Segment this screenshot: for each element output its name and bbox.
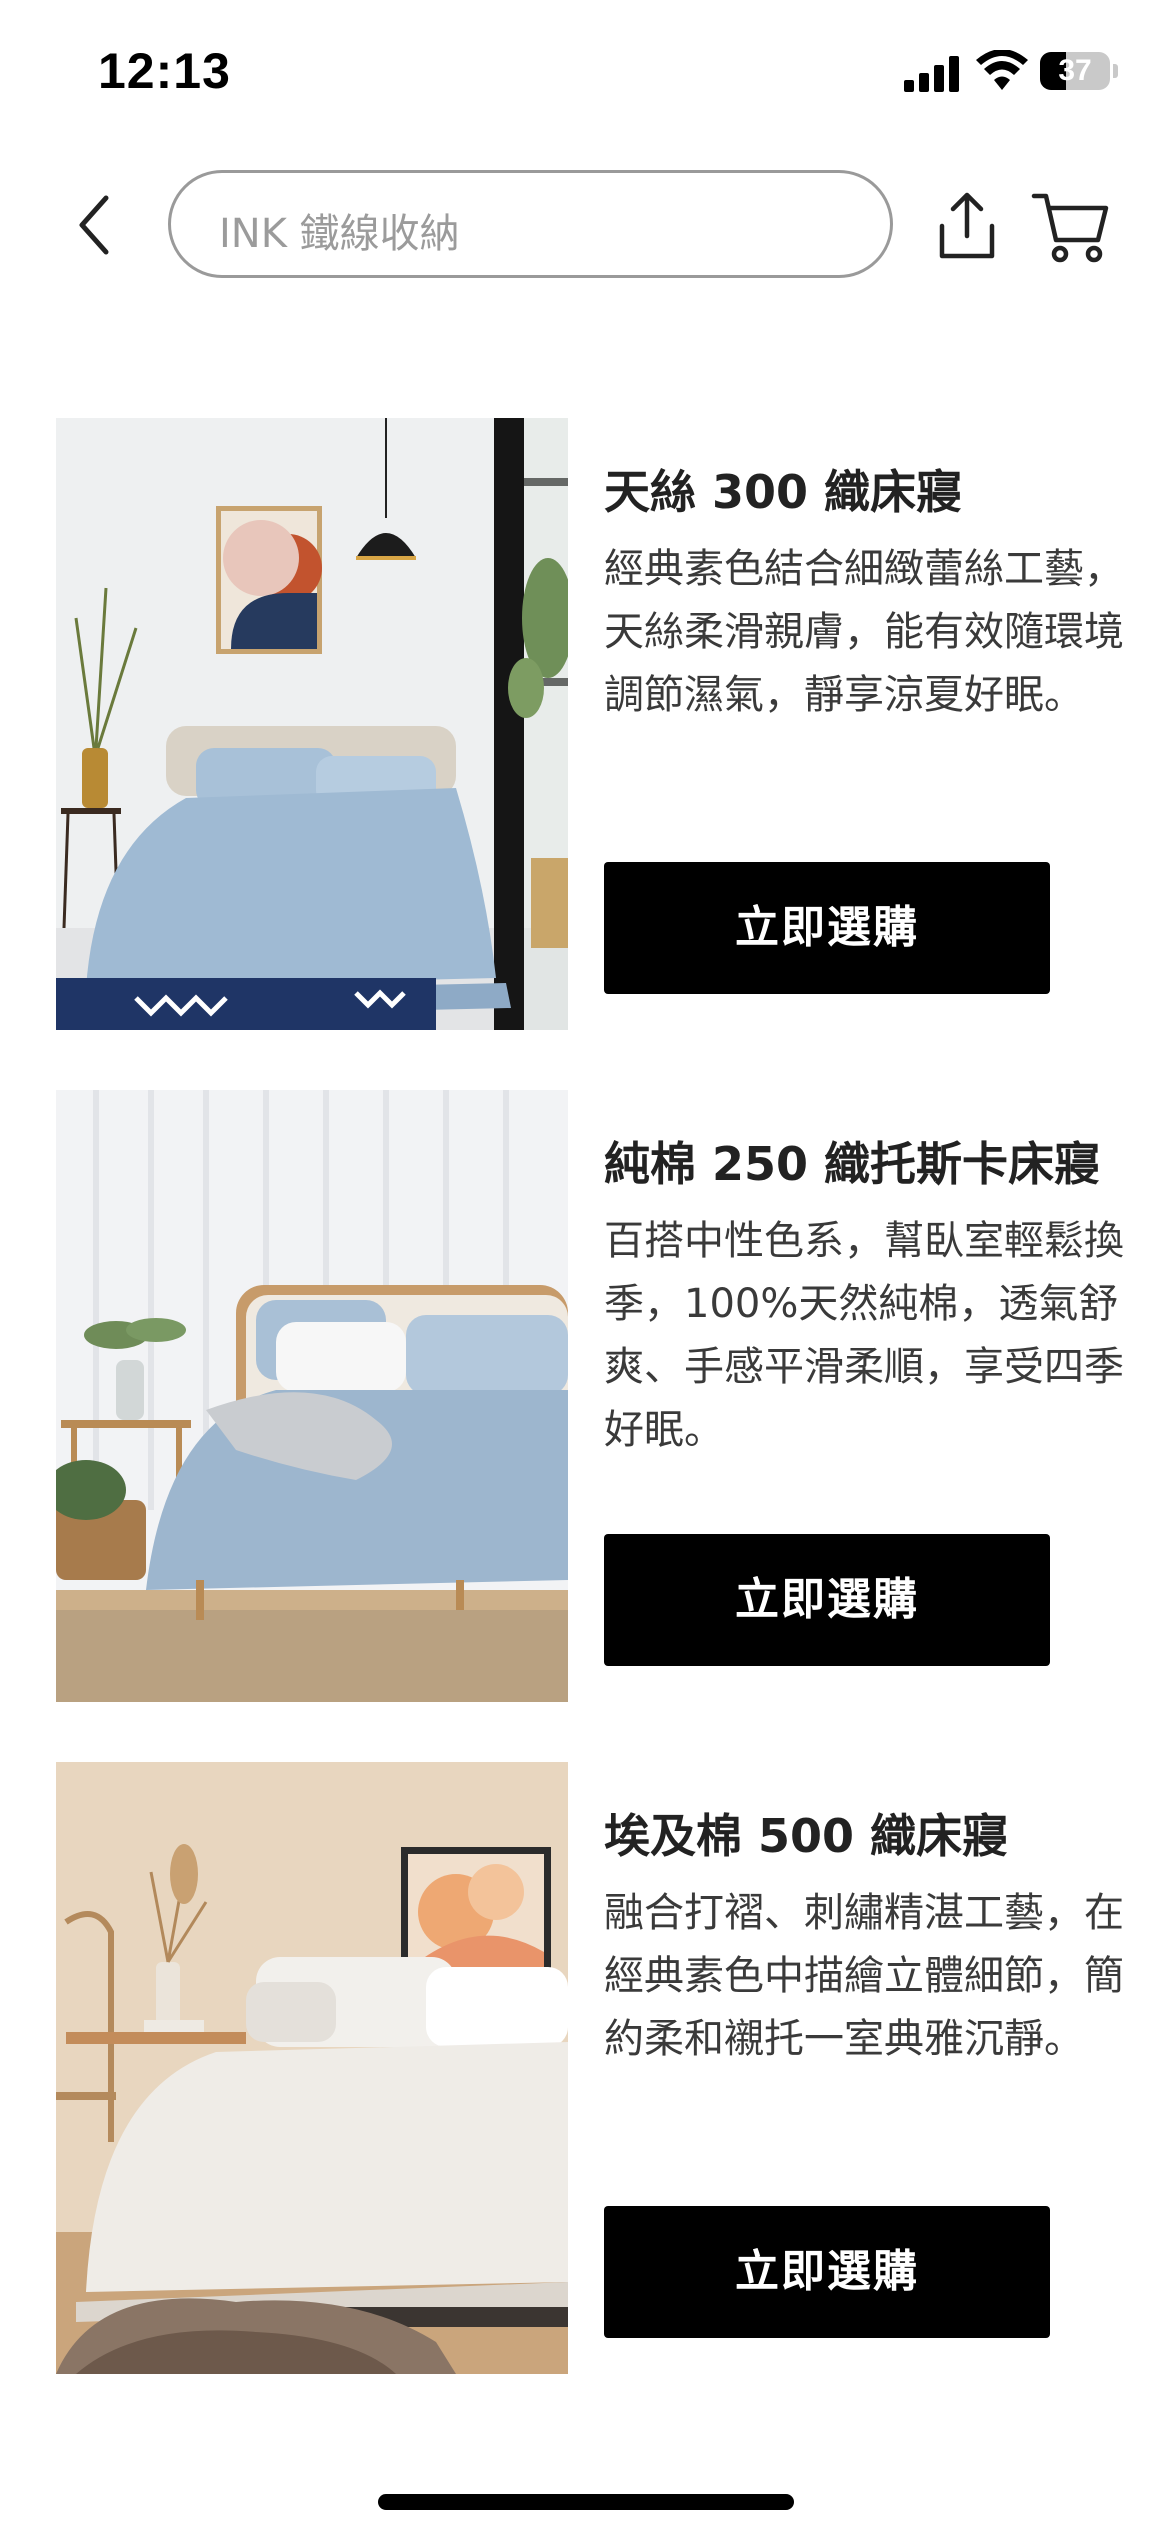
product-title[interactable]: 天絲 300 織床寢 <box>604 456 962 522</box>
product-description: 融合打褶、刺繡精湛工藝，在經典素色中描繪立體細節，簡約柔和襯托一室典雅沉靜。 <box>604 1890 1124 2062</box>
status-bar: 12:13 37 <box>0 0 1170 150</box>
product-title[interactable]: 埃及棉 500 織床寢 <box>604 1800 1008 1866</box>
battery-tip <box>1113 64 1118 78</box>
product-card[interactable]: 純棉 250 織托斯卡床寢 百搭中性色系，幫臥室輕鬆換季，100%天然純棉，透氣… <box>56 1090 1124 1702</box>
product-title[interactable]: 純棉 250 織托斯卡床寢 <box>604 1128 1100 1194</box>
shop-now-button[interactable]: 立即選購 <box>604 1534 1050 1666</box>
product-description: 經典素色結合細緻蕾絲工藝，天絲柔滑親膚，能有效隨環境調節濕氣，靜享涼夏好眠。 <box>604 546 1124 718</box>
search-input[interactable]: INK 鐵線收納 <box>168 170 893 278</box>
page: 12:13 37 INK 鐵線收納 天絲 300 織床寢 經典素色結合細緻蕾絲工… <box>0 0 1170 2532</box>
share-button[interactable] <box>932 190 1002 262</box>
chevron-left-icon <box>79 195 109 255</box>
home-indicator[interactable] <box>378 2494 794 2510</box>
product-image[interactable] <box>56 1090 568 1702</box>
cart-icon <box>1031 193 1109 263</box>
status-time: 12:13 <box>98 43 231 99</box>
share-icon <box>939 192 995 259</box>
battery-icon: 37 <box>1040 52 1110 90</box>
battery-level: 37 <box>1058 54 1092 87</box>
product-card[interactable]: 天絲 300 織床寢 經典素色結合細緻蕾絲工藝，天絲柔滑親膚，能有效隨環境調節濕… <box>56 418 1124 1030</box>
cellular-signal-icon <box>904 56 960 92</box>
search-input-text: INK 鐵線收納 <box>219 211 460 257</box>
shop-now-button[interactable]: 立即選購 <box>604 862 1050 994</box>
product-description: 百搭中性色系，幫臥室輕鬆換季，100%天然純棉，透氣舒爽、手感平滑柔順，享受四季… <box>604 1218 1124 1453</box>
back-button[interactable] <box>66 190 126 260</box>
product-card[interactable]: 埃及棉 500 織床寢 融合打褶、刺繡精湛工藝，在經典素色中描繪立體細節，簡約柔… <box>56 1762 1124 2374</box>
wifi-icon <box>976 50 1028 90</box>
cart-button[interactable] <box>1030 188 1110 266</box>
product-image[interactable] <box>56 1762 568 2374</box>
product-image[interactable] <box>56 418 568 1030</box>
shop-now-button[interactable]: 立即選購 <box>604 2206 1050 2338</box>
